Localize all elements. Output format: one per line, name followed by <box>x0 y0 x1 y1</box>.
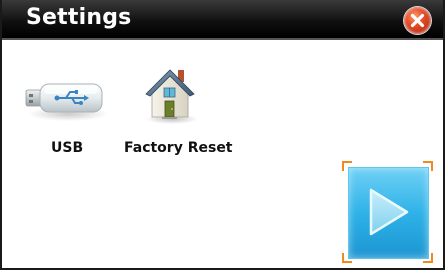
house-icon <box>145 69 198 124</box>
title-bar: Settings <box>2 0 443 40</box>
play-tile-face <box>348 167 429 259</box>
factory-reset-label: Factory Reset <box>124 140 233 156</box>
settings-window: Settings USB Factory Reset <box>0 0 445 270</box>
factory-reset-item[interactable]: Factory Reset <box>120 62 233 162</box>
close-icon <box>410 13 425 28</box>
window-title: Settings <box>26 5 132 30</box>
usb-item[interactable]: USB <box>20 62 110 162</box>
usb-label: USB <box>51 140 84 156</box>
play-button[interactable] <box>342 161 433 263</box>
close-button[interactable] <box>404 7 431 34</box>
play-icon <box>369 188 409 236</box>
usb-drive-icon <box>25 83 108 121</box>
